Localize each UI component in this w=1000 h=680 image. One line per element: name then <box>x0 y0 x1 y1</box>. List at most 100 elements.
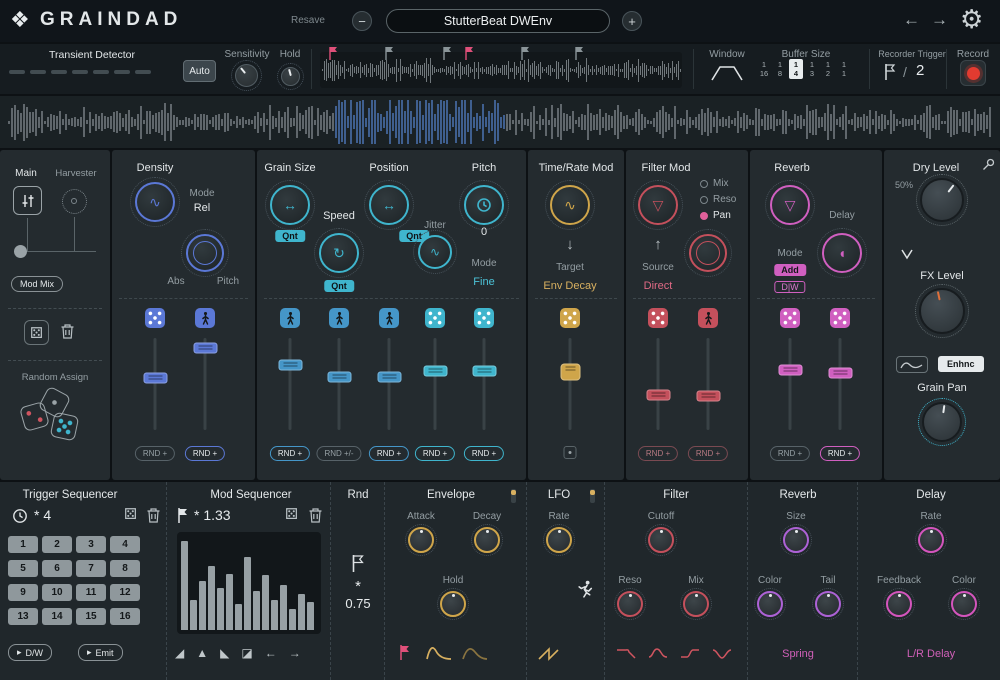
filter-reso-knob[interactable] <box>617 591 643 617</box>
env-hold-knob[interactable] <box>440 591 466 617</box>
preset-prev-button[interactable]: − <box>352 11 372 31</box>
dice-icon[interactable]: ⚄ <box>285 505 298 523</box>
rnd-button[interactable]: RND + <box>820 446 860 461</box>
cutoff-knob[interactable] <box>648 527 674 553</box>
slider-track[interactable] <box>789 338 792 430</box>
rnd-button[interactable]: RND + <box>770 446 810 461</box>
randomize-button[interactable]: ⚄ <box>24 320 49 345</box>
dice-icon[interactable] <box>425 308 445 328</box>
trigger-step-6[interactable]: 6 <box>42 560 72 577</box>
add-mode-button[interactable]: Add <box>774 264 806 276</box>
env-shape-alt-icon[interactable] <box>461 644 489 661</box>
hold-knob[interactable] <box>281 67 300 86</box>
target-value[interactable]: Env Decay <box>543 280 596 292</box>
pin-icon[interactable] <box>982 158 995 171</box>
slider-track[interactable] <box>569 338 572 430</box>
feedback-knob[interactable] <box>886 591 912 617</box>
redo-icon[interactable]: → <box>931 10 948 30</box>
filtermod-knob[interactable]: ▽ <box>638 185 678 225</box>
reverbmod-knob[interactable]: ▽ <box>770 185 810 225</box>
filter-mix-knob[interactable] <box>683 591 709 617</box>
resave-label[interactable]: Resave <box>291 15 325 26</box>
rnd-button[interactable]: RND + <box>185 446 225 461</box>
slider-track[interactable] <box>338 338 341 430</box>
clock-icon[interactable] <box>12 508 28 524</box>
source-value[interactable]: Direct <box>644 280 673 292</box>
mod-seq-bar-12[interactable] <box>280 585 287 630</box>
rnd-button[interactable]: RND + <box>369 446 409 461</box>
transient-flag[interactable] <box>442 46 453 61</box>
clear-button[interactable] <box>60 323 75 345</box>
pitch-mode-value[interactable]: Fine <box>473 276 494 288</box>
dice-icon[interactable] <box>560 308 580 328</box>
filtermod-option-reso[interactable]: Reso <box>700 194 736 205</box>
person-icon[interactable] <box>195 308 215 328</box>
mod-seq-bar-4[interactable] <box>208 566 215 630</box>
slider-handle[interactable] <box>377 371 401 382</box>
lfo-ramp-icon[interactable] <box>537 646 561 661</box>
trigger-step-5[interactable]: 5 <box>8 560 38 577</box>
fx-level-knob[interactable] <box>919 288 965 334</box>
delay-rate-knob[interactable] <box>918 527 944 553</box>
gear-icon[interactable]: ⚙ <box>960 4 983 35</box>
mod-seq-bar-13[interactable] <box>289 609 296 630</box>
slider-track[interactable] <box>707 338 710 430</box>
harvester-mode-button[interactable] <box>62 189 87 214</box>
rnd-button[interactable]: RND + <box>270 446 310 461</box>
delay-color-knob[interactable] <box>951 591 977 617</box>
mod-seq-bar-8[interactable] <box>244 557 251 630</box>
mod-seq-bar-3[interactable] <box>199 581 206 630</box>
trigger-step-10[interactable]: 10 <box>42 584 72 601</box>
slider-track[interactable] <box>839 338 842 430</box>
transient-flag[interactable] <box>328 46 339 61</box>
mod-seq-bar-5[interactable] <box>217 588 224 630</box>
flag-outline-icon[interactable] <box>351 554 365 573</box>
filtermod-amount-knob[interactable] <box>689 234 727 272</box>
person-icon[interactable] <box>379 308 399 328</box>
buffer-option-1-3[interactable]: 13 <box>805 59 819 79</box>
dice-icon[interactable] <box>474 308 494 328</box>
slider-track[interactable] <box>483 338 486 430</box>
trigger-step-11[interactable]: 11 <box>76 584 106 601</box>
ramp-down-icon[interactable]: ◣ <box>220 646 229 660</box>
slider-handle[interactable] <box>193 343 217 354</box>
recorder-trigger-value[interactable]: 2 <box>916 62 924 79</box>
rnd-button[interactable]: RND + <box>415 446 455 461</box>
ramp-up-icon[interactable]: ◢ <box>175 646 184 660</box>
slider-handle[interactable] <box>278 359 302 370</box>
main-mode-button[interactable] <box>13 186 42 215</box>
filtermod-option-pan[interactable]: Pan <box>700 210 731 221</box>
reverbmod-delay-knob[interactable]: ◖ <box>822 233 862 273</box>
transient-flag[interactable] <box>384 46 395 61</box>
env-shape-icon[interactable] <box>425 644 453 661</box>
reverb-color-knob[interactable] <box>757 591 783 617</box>
random-shape-icon[interactable]: ◪ <box>241 646 252 660</box>
person-icon[interactable] <box>280 308 300 328</box>
recorder-trigger-flag-icon[interactable] <box>884 63 897 81</box>
rnd-value[interactable]: 0.75 <box>345 596 370 611</box>
rnd-button[interactable]: RND + <box>464 446 504 461</box>
slider-handle[interactable] <box>472 366 496 377</box>
timerate-knob[interactable]: ∿ <box>550 185 590 225</box>
auto-button[interactable]: Auto <box>183 60 216 82</box>
dice-icon[interactable] <box>830 308 850 328</box>
trigger-step-1[interactable]: 1 <box>8 536 38 553</box>
runner-icon[interactable] <box>577 580 594 599</box>
recorder-waveform[interactable] <box>320 52 682 88</box>
trigger-emit-button[interactable]: ▸Emit <box>78 644 123 661</box>
slider-track[interactable] <box>434 338 437 430</box>
transient-flag[interactable] <box>520 46 531 61</box>
slider-handle[interactable] <box>327 371 351 382</box>
slider-handle[interactable] <box>696 390 720 401</box>
dice-icon[interactable] <box>648 308 668 328</box>
slider-track[interactable] <box>154 338 157 430</box>
preset-next-button[interactable]: + <box>622 11 642 31</box>
trigger-step-16[interactable]: 16 <box>110 608 140 625</box>
rnd-button[interactable]: RND + <box>135 446 175 461</box>
transient-flag[interactable] <box>464 46 475 61</box>
pitch-knob[interactable] <box>464 185 504 225</box>
buffer-option-1-2[interactable]: 12 <box>821 59 835 79</box>
dry-level-knob[interactable] <box>920 178 964 222</box>
mod-seq-bar-14[interactable] <box>298 594 305 630</box>
slider-handle[interactable] <box>423 366 447 377</box>
